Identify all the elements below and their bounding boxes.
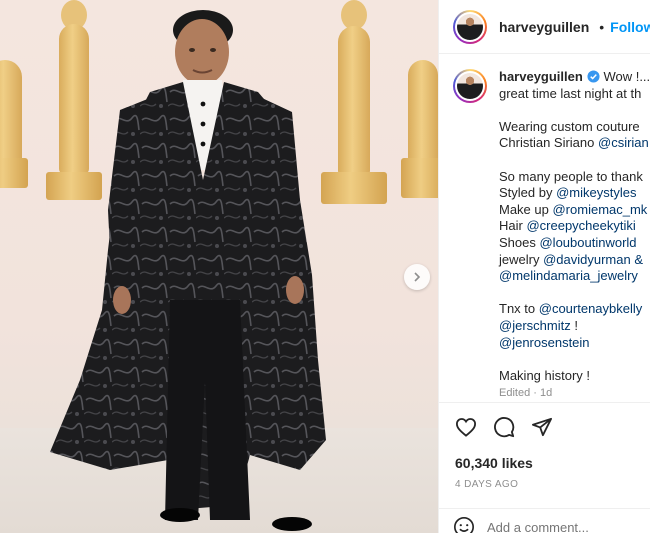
avatar[interactable] <box>453 9 487 44</box>
caption-line: Christian Siriano @csirian <box>499 135 650 152</box>
caption-area[interactable]: harveyguillen Wow !... great time last ni… <box>439 55 650 400</box>
smiley-icon <box>454 517 474 533</box>
caption-text-segment: Wearing custom couture <box>499 118 640 134</box>
divider <box>439 402 650 403</box>
caption-text-segment: Christian Siriano <box>499 135 598 151</box>
caption-text-segment: ! <box>570 317 578 333</box>
caption-username[interactable]: harveyguillen <box>499 69 583 84</box>
action-bar <box>453 414 555 440</box>
edited-label: Edited · 1d <box>499 387 553 400</box>
caption-line <box>499 351 650 368</box>
mention-link[interactable]: @jenrosenstein <box>499 335 590 350</box>
caption-line: @melindamaria_jewelry <box>499 268 650 285</box>
person-figure <box>50 10 326 531</box>
caption-text: harveyguillen Wow !... great time last ni… <box>499 69 650 400</box>
caption-line <box>499 102 650 119</box>
caption-text-segment: Shoes <box>499 234 540 250</box>
caption-text-segment: Make up <box>499 201 553 217</box>
next-photo-button[interactable] <box>404 264 430 290</box>
caption-line: Make up @romiemac_mk <box>499 202 650 219</box>
mention-link[interactable]: @courtenaybkelly <box>539 301 643 316</box>
avatar-image <box>457 13 483 40</box>
paper-plane-icon <box>532 417 552 437</box>
caption-line: Tnx to @courtenaybkelly <box>499 301 650 318</box>
caption-text-segment: great time last night at th <box>499 85 642 101</box>
caption-line: So many people to thank <box>499 169 650 186</box>
caption-avatar[interactable] <box>453 69 487 103</box>
caption-text-segment: Hair <box>499 218 527 234</box>
caption-text-segment: Wow !... <box>603 69 650 84</box>
post-photo[interactable] <box>0 0 438 533</box>
post-side-panel: harveyguillen • Follow harveyguillen Wow… <box>438 0 650 533</box>
caption-text-segment: Making history ! <box>499 367 591 383</box>
mention-link[interactable]: @romiemac_mk <box>552 202 647 217</box>
caption-line <box>499 285 650 302</box>
caption-text-segment: Tnx to <box>499 301 539 317</box>
mention-link[interactable]: @louboutinworld <box>539 235 636 250</box>
caption-avatar-image <box>457 73 483 99</box>
caption-line: Edited · 1d <box>499 384 650 400</box>
like-button[interactable] <box>453 414 479 440</box>
caption-text-segment: jewelry <box>499 251 544 267</box>
caption-line: Styled by @mikeystyles <box>499 185 650 202</box>
comment-icon <box>494 417 515 438</box>
caption-line: harveyguillen Wow !... <box>499 69 650 86</box>
caption-text-segment: Styled by <box>499 185 557 201</box>
caption-line: Shoes @louboutinworld <box>499 235 650 252</box>
mention-link[interactable]: @csirian <box>598 135 649 150</box>
mention-link[interactable]: @creepycheekytiki <box>526 218 635 233</box>
separator-dot: • <box>599 18 605 35</box>
mention-link[interactable]: @melindamaria_jewelry <box>499 268 638 283</box>
follow-button[interactable]: Follow <box>610 19 650 35</box>
comment-button[interactable] <box>491 414 517 440</box>
mention-link[interactable]: @mikeystyles <box>556 185 636 200</box>
caption-line: Hair @creepycheekytiki <box>499 218 650 235</box>
likes-count[interactable]: 60,340 likes <box>455 455 533 471</box>
share-button[interactable] <box>529 414 555 440</box>
mention-link[interactable]: @jerschmitz <box>499 318 571 333</box>
emoji-button[interactable] <box>453 516 475 533</box>
caption-line: great time last night at th <box>499 86 650 103</box>
caption-line <box>499 152 650 169</box>
post-header: harveyguillen • Follow <box>439 0 650 54</box>
heart-icon <box>455 418 477 437</box>
comment-bar <box>453 516 637 533</box>
verified-badge-icon <box>587 70 600 83</box>
caption-line: jewelry @davidyurman & <box>499 252 650 269</box>
caption-text-segment: So many people to thank <box>499 168 643 184</box>
mention-link[interactable]: @davidyurman & <box>543 252 643 267</box>
comment-input[interactable] <box>487 519 637 533</box>
caption-line: @jerschmitz ! <box>499 318 650 335</box>
caption-line: @jenrosenstein <box>499 335 650 352</box>
chevron-right-icon <box>414 272 421 282</box>
caption-line: Wearing custom couture <box>499 119 650 136</box>
post-date[interactable]: 4 DAYS AGO <box>455 479 518 490</box>
caption-line: Making history ! <box>499 368 650 385</box>
divider <box>439 508 650 509</box>
header-username[interactable]: harveyguillen <box>499 19 589 35</box>
